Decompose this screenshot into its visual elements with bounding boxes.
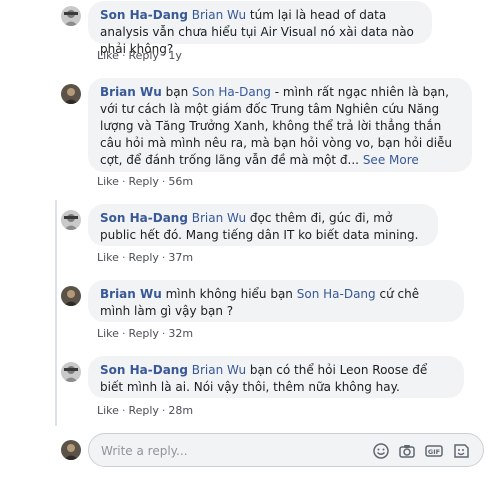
comment-bubble: Son Ha-Dang Brian Wu túm lại là head of …	[88, 1, 432, 56]
comment-actions: Like · Reply · 56m	[97, 175, 194, 188]
comment-mention[interactable]: Son Ha-Dang	[192, 85, 271, 99]
comment-mention[interactable]: Brian Wu	[192, 363, 246, 377]
comment-actions: Like · Reply · 32m	[97, 327, 194, 340]
reply-link[interactable]: Reply	[128, 327, 158, 340]
reply-input[interactable]	[101, 442, 361, 460]
current-user-avatar	[61, 440, 81, 460]
comment-author[interactable]: Son Ha-Dang	[100, 363, 188, 377]
comment-author[interactable]: Son Ha-Dang	[100, 211, 188, 225]
reply-composer[interactable]: GIF	[88, 433, 484, 467]
comment-mention[interactable]: Brian Wu	[192, 211, 246, 225]
thread-line	[55, 200, 57, 426]
comment-timestamp[interactable]: 28m	[168, 404, 193, 417]
comment-bubble: Son Ha-Dang Brian Wu đọc thêm đi, gúc đi…	[88, 204, 438, 246]
svg-text:GIF: GIF	[428, 448, 440, 456]
comment-author[interactable]: Son Ha-Dang	[100, 8, 188, 22]
comment-timestamp[interactable]: 37m	[168, 251, 193, 264]
comment-mention[interactable]: Son Ha-Dang	[297, 287, 376, 301]
comment-text-prefix: bạn	[165, 85, 189, 99]
avatar[interactable]	[61, 210, 81, 230]
comment-text-prefix: mình không hiểu bạn	[165, 287, 293, 301]
avatar[interactable]	[61, 362, 81, 382]
emoji-icon[interactable]	[371, 441, 391, 461]
like-link[interactable]: Like	[97, 49, 119, 62]
like-link[interactable]: Like	[97, 251, 119, 264]
like-link[interactable]: Like	[97, 175, 119, 188]
comment-bubble: Son Ha-Dang Brian Wu bạn có thể hỏi Leon…	[88, 356, 464, 398]
comment-actions: Like · Reply · 1y	[97, 49, 182, 62]
reply-link[interactable]: Reply	[128, 404, 158, 417]
see-more-link[interactable]: See More	[363, 153, 419, 167]
sticker-icon[interactable]	[451, 441, 471, 461]
avatar[interactable]	[61, 84, 81, 104]
comment-author[interactable]: Brian Wu	[100, 85, 162, 99]
comment-timestamp[interactable]: 32m	[168, 327, 193, 340]
camera-icon[interactable]	[397, 441, 417, 461]
reply-link[interactable]: Reply	[128, 251, 158, 264]
comment-timestamp[interactable]: 1y	[168, 49, 182, 62]
avatar[interactable]	[61, 6, 81, 26]
comment-timestamp[interactable]: 56m	[168, 175, 193, 188]
comment-actions: Like · Reply · 37m	[97, 251, 194, 264]
comment-mention[interactable]: Brian Wu	[192, 8, 246, 22]
comment-bubble: Brian Wu bạn Son Ha-Dang - mình rất ngạc…	[88, 78, 472, 172]
like-link[interactable]: Like	[97, 404, 119, 417]
reply-link[interactable]: Reply	[128, 49, 158, 62]
comment-bubble: Brian Wu mình không hiểu bạn Son Ha-Dang…	[88, 280, 464, 322]
reply-link[interactable]: Reply	[128, 175, 158, 188]
like-link[interactable]: Like	[97, 327, 119, 340]
avatar[interactable]	[61, 286, 81, 306]
comment-author[interactable]: Brian Wu	[100, 287, 162, 301]
comment-actions: Like · Reply · 28m	[97, 404, 194, 417]
gif-icon[interactable]: GIF	[424, 441, 444, 461]
